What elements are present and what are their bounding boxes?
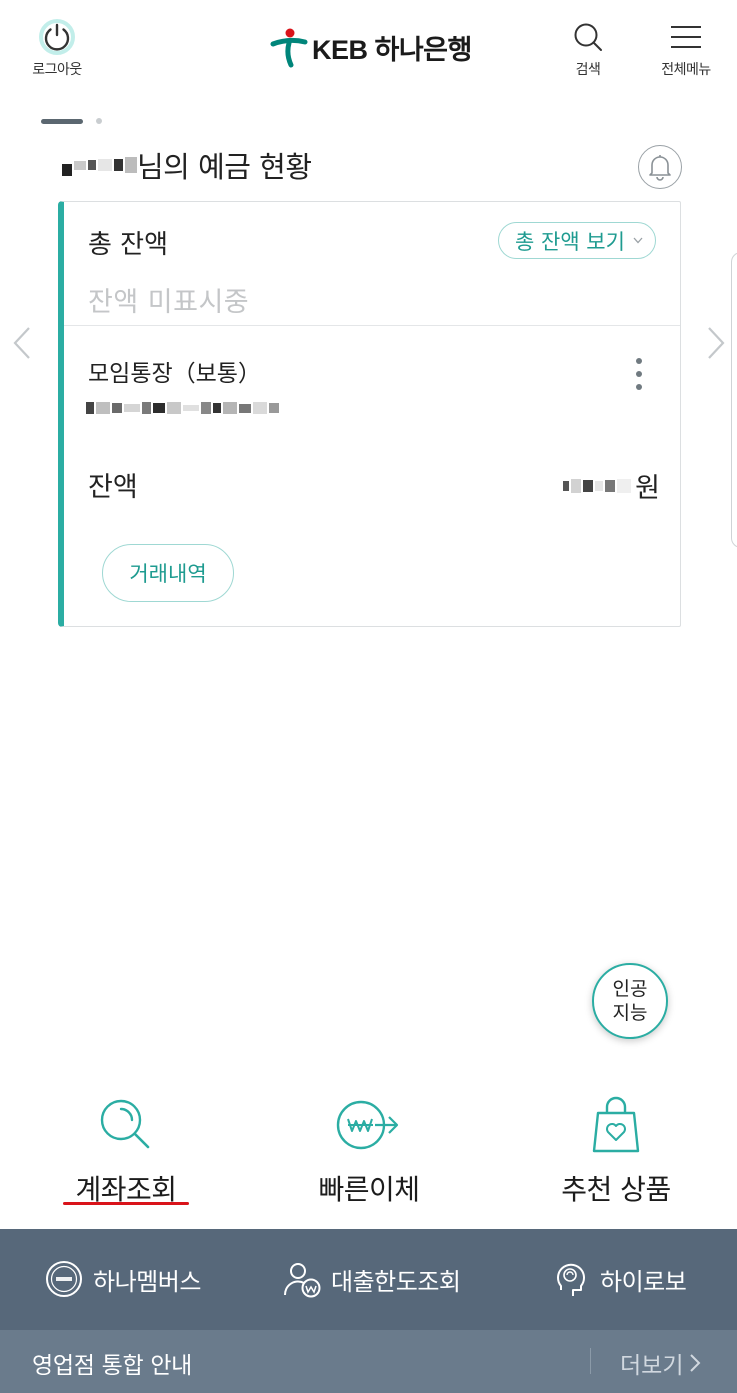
account-more-options-button[interactable] — [629, 354, 649, 394]
logout-button[interactable]: 로그아웃 — [22, 18, 92, 79]
robo-head-icon — [551, 1259, 591, 1299]
search-icon — [568, 18, 608, 56]
loan-limit-button[interactable]: 대출한도조회 — [282, 1259, 461, 1299]
hi-robo-button[interactable]: 하이로보 — [551, 1259, 687, 1299]
side-panel-handle[interactable] — [731, 252, 737, 548]
transaction-history-button[interactable]: 거래내역 — [102, 544, 234, 602]
full-menu-label: 전체메뉴 — [661, 62, 711, 78]
account-name: 모임통장（보통） — [88, 361, 261, 387]
bottom-service-bar: 하나멤버스 대출한도조회 하이로보 — [0, 1229, 737, 1330]
balance-unit: 원 — [635, 473, 660, 504]
hana-members-label: 하나멤버스 — [93, 1267, 201, 1296]
notification-bell-button[interactable] — [638, 145, 682, 189]
total-balance-section: 총 잔액 총 잔액 보기 잔액 미표시중 — [64, 202, 680, 326]
magnifier-icon — [91, 1090, 161, 1160]
hamburger-icon — [666, 18, 706, 56]
full-menu-button[interactable]: 전체메뉴 — [650, 18, 722, 79]
quick-menu-fast-transfer[interactable]: 빠른이체 — [269, 1090, 469, 1208]
hana-coin-icon — [44, 1259, 84, 1299]
quick-menu-recommended-products[interactable]: 추천 상품 — [516, 1090, 716, 1208]
divider — [590, 1348, 591, 1374]
power-icon — [37, 18, 77, 56]
chevron-down-icon — [633, 237, 643, 244]
branch-info-bar: 영업점 통합 안내 더보기 — [0, 1330, 737, 1393]
masked-account-number — [86, 398, 279, 418]
logout-label: 로그아웃 — [32, 62, 82, 78]
hana-members-button[interactable]: 하나멤버스 — [44, 1259, 201, 1299]
hi-robo-label: 하이로보 — [600, 1267, 687, 1296]
branch-info-label: 영업점 통합 안내 — [32, 1353, 193, 1379]
top-bar: 로그아웃 KEB 하나은행 검색 전체메뉴 — [0, 0, 737, 100]
logo-text: KEB 하나은행 — [312, 34, 472, 65]
chevron-right-icon — [690, 1354, 701, 1372]
person-won-icon — [282, 1259, 322, 1299]
search-button[interactable]: 검색 — [560, 18, 616, 79]
quick-menu-label: 빠른이체 — [318, 1173, 420, 1206]
show-total-balance-button[interactable]: 총 잔액 보기 — [498, 222, 656, 259]
page-indicator — [41, 118, 102, 124]
page-indicator-active[interactable] — [41, 118, 83, 124]
total-balance-hidden-text: 잔액 미표시중 — [88, 287, 250, 318]
chevron-left-icon — [13, 327, 30, 359]
bank-logo: KEB 하나은행 — [270, 24, 472, 70]
search-label: 검색 — [575, 62, 601, 78]
ai-assistant-button[interactable]: 인공 지능 — [592, 963, 668, 1039]
loan-limit-label: 대출한도조회 — [331, 1267, 461, 1296]
transaction-history-label: 거래내역 — [129, 562, 207, 586]
masked-balance-amount — [563, 478, 632, 493]
more-button[interactable]: 더보기 — [620, 1346, 701, 1380]
hana-symbol-icon — [270, 28, 308, 68]
won-transfer-icon — [334, 1090, 404, 1160]
show-total-balance-label: 총 잔액 보기 — [515, 229, 625, 254]
total-balance-label: 총 잔액 — [88, 230, 169, 260]
account-card: 총 잔액 총 잔액 보기 잔액 미표시중 모임통장（보통） 잔액 원 거래내역 — [58, 201, 681, 627]
masked-user-name — [62, 154, 137, 176]
ai-label-line1: 인공 — [612, 978, 648, 1000]
balance-label: 잔액 — [88, 472, 138, 503]
more-label: 더보기 — [620, 1353, 684, 1379]
quick-menu-label: 추천 상품 — [561, 1173, 671, 1206]
carousel-next-button[interactable] — [702, 322, 730, 364]
chevron-right-icon — [708, 327, 725, 359]
ai-label-line2: 지능 — [612, 1002, 648, 1024]
balance-value: 원 — [563, 466, 660, 505]
carousel-prev-button[interactable] — [8, 322, 36, 364]
greeting-text: 님의 예금 현황 — [137, 150, 312, 184]
shopping-bag-heart-icon — [581, 1090, 651, 1160]
page-indicator-dot[interactable] — [96, 118, 102, 124]
selected-underline — [63, 1202, 189, 1205]
quick-menu-account-inquiry[interactable]: 계좌조회 — [26, 1090, 226, 1208]
bell-icon — [649, 155, 671, 181]
greeting-title: 님의 예금 현황 — [62, 144, 312, 186]
